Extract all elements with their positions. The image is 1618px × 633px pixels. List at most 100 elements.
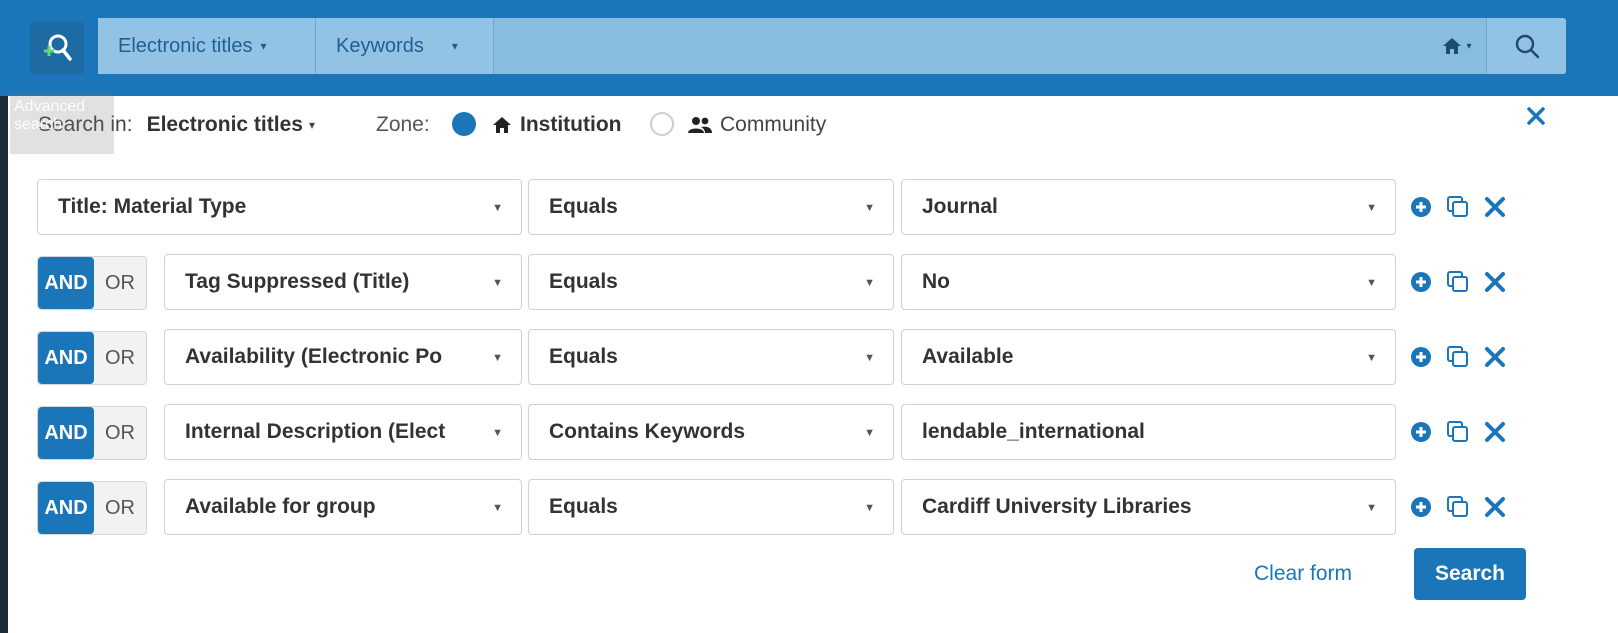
and-button[interactable]: AND — [38, 332, 94, 384]
copy-icon — [1447, 196, 1468, 217]
simple-search-strip: Electronic titles ▾ Keywords ▾ ▾ — [98, 18, 1566, 74]
or-button[interactable]: OR — [94, 482, 146, 534]
search-in-value: Electronic titles — [146, 113, 303, 136]
row-actions — [1410, 329, 1506, 385]
home-icon — [493, 117, 511, 133]
duplicate-condition-button[interactable] — [1446, 195, 1470, 219]
zone-institution-radio[interactable] — [452, 112, 476, 136]
and-or-toggle: AND OR — [37, 256, 147, 310]
operator-select-value: Contains Keywords — [549, 420, 746, 443]
remove-condition-button[interactable] — [1484, 346, 1506, 368]
operator-select-value: Equals — [549, 495, 618, 518]
or-button[interactable]: OR — [94, 332, 146, 384]
value-select-value: Journal — [922, 195, 998, 218]
or-button[interactable]: OR — [94, 407, 146, 459]
duplicate-condition-button[interactable] — [1446, 270, 1470, 294]
chevron-down-icon: ▼ — [864, 427, 875, 439]
chevron-down-icon: ▼ — [1366, 202, 1377, 214]
search-submit-button[interactable] — [1486, 18, 1566, 74]
chevron-down-icon: ▾ — [308, 118, 315, 132]
duplicate-condition-button[interactable] — [1446, 345, 1470, 369]
or-button[interactable]: OR — [94, 257, 146, 309]
field-select[interactable]: Availability (Electronic Po ▼ — [164, 329, 522, 385]
close-icon — [1485, 347, 1505, 367]
condition-row: AND OR Availability (Electronic Po ▼ Equ… — [0, 329, 1618, 387]
value-input[interactable]: lendable_international — [901, 404, 1396, 460]
and-button[interactable]: AND — [38, 257, 94, 309]
remove-condition-button[interactable] — [1484, 421, 1506, 443]
condition-row: AND OR Tag Suppressed (Title) ▼ Equals ▼… — [0, 254, 1618, 312]
chevron-down-icon: ▼ — [864, 277, 875, 289]
field-select[interactable]: Internal Description (Elect ▼ — [164, 404, 522, 460]
close-icon — [1485, 497, 1505, 517]
field-select[interactable]: Tag Suppressed (Title) ▼ — [164, 254, 522, 310]
operator-select[interactable]: Equals ▼ — [528, 479, 894, 535]
and-or-toggle: AND OR — [37, 331, 147, 385]
home-dropdown[interactable]: ▾ — [1428, 18, 1486, 74]
plus-circle-icon — [1411, 422, 1431, 442]
remove-condition-button[interactable] — [1484, 271, 1506, 293]
zone-institution-option[interactable]: Institution — [492, 110, 621, 140]
close-icon — [1485, 422, 1505, 442]
remove-condition-button[interactable] — [1484, 196, 1506, 218]
and-or-toggle: AND OR — [37, 406, 147, 460]
copy-icon — [1447, 271, 1468, 292]
value-input-text: lendable_international — [922, 420, 1145, 443]
add-condition-button[interactable] — [1410, 271, 1432, 293]
add-condition-button[interactable] — [1410, 346, 1432, 368]
home-icon — [1443, 38, 1462, 54]
value-select[interactable]: Journal ▼ — [901, 179, 1396, 235]
zone-community-radio[interactable] — [650, 112, 674, 136]
users-icon — [688, 117, 712, 133]
chevron-down-icon: ▼ — [864, 202, 875, 214]
value-select[interactable]: No ▼ — [901, 254, 1396, 310]
operator-select[interactable]: Equals ▼ — [528, 329, 894, 385]
value-select[interactable]: Available ▼ — [901, 329, 1396, 385]
duplicate-condition-button[interactable] — [1446, 495, 1470, 519]
value-select[interactable]: Cardiff University Libraries ▼ — [901, 479, 1396, 535]
search-type-label: Electronic titles — [118, 34, 253, 57]
search-type-dropdown[interactable]: Electronic titles ▾ — [98, 18, 316, 74]
operator-select[interactable]: Equals ▼ — [528, 179, 894, 235]
field-select[interactable]: Available for group ▼ — [164, 479, 522, 535]
row-actions — [1410, 404, 1506, 460]
operator-select[interactable]: Equals ▼ — [528, 254, 894, 310]
and-button[interactable]: AND — [38, 482, 94, 534]
field-select-value: Title: Material Type — [58, 195, 247, 218]
field-select-value: Tag Suppressed (Title) — [185, 270, 410, 293]
condition-row: Title: Material Type ▼ Equals ▼ Journal … — [0, 179, 1618, 237]
and-button[interactable]: AND — [38, 407, 94, 459]
copy-icon — [1447, 346, 1468, 367]
value-select-value: Cardiff University Libraries — [922, 495, 1192, 518]
operator-select-value: Equals — [549, 195, 618, 218]
operator-select[interactable]: Contains Keywords ▼ — [528, 404, 894, 460]
search-field-dropdown[interactable]: Keywords ▾ — [316, 18, 494, 74]
condition-row: AND OR Available for group ▼ Equals ▼ Ca… — [0, 479, 1618, 537]
row-actions — [1410, 179, 1506, 235]
duplicate-condition-button[interactable] — [1446, 420, 1470, 444]
field-select-value: Available for group — [185, 495, 376, 518]
top-search-bar: Electronic titles ▾ Keywords ▾ ▾ — [0, 0, 1618, 96]
chevron-down-icon: ▼ — [492, 352, 503, 364]
advanced-search-button[interactable] — [30, 22, 84, 74]
add-condition-button[interactable] — [1410, 196, 1432, 218]
add-condition-button[interactable] — [1410, 421, 1432, 443]
remove-condition-button[interactable] — [1484, 496, 1506, 518]
zone-community-option[interactable]: Community — [688, 110, 826, 140]
row-actions — [1410, 254, 1506, 310]
zone-institution-label: Institution — [520, 113, 622, 136]
clear-form-link[interactable]: Clear form — [1254, 558, 1352, 590]
operator-select-value: Equals — [549, 270, 618, 293]
close-icon — [1527, 107, 1545, 125]
add-condition-button[interactable] — [1410, 496, 1432, 518]
search-button[interactable]: Search — [1414, 548, 1526, 600]
zone-community-label: Community — [720, 113, 827, 136]
close-advanced-search-button[interactable] — [1522, 102, 1550, 130]
close-icon — [1485, 197, 1505, 217]
plus-circle-icon — [1411, 347, 1431, 367]
operator-select-value: Equals — [549, 345, 618, 368]
plus-circle-icon — [1411, 272, 1431, 292]
field-select[interactable]: Title: Material Type ▼ — [37, 179, 522, 235]
copy-icon — [1447, 421, 1468, 442]
plus-circle-icon — [1411, 197, 1431, 217]
